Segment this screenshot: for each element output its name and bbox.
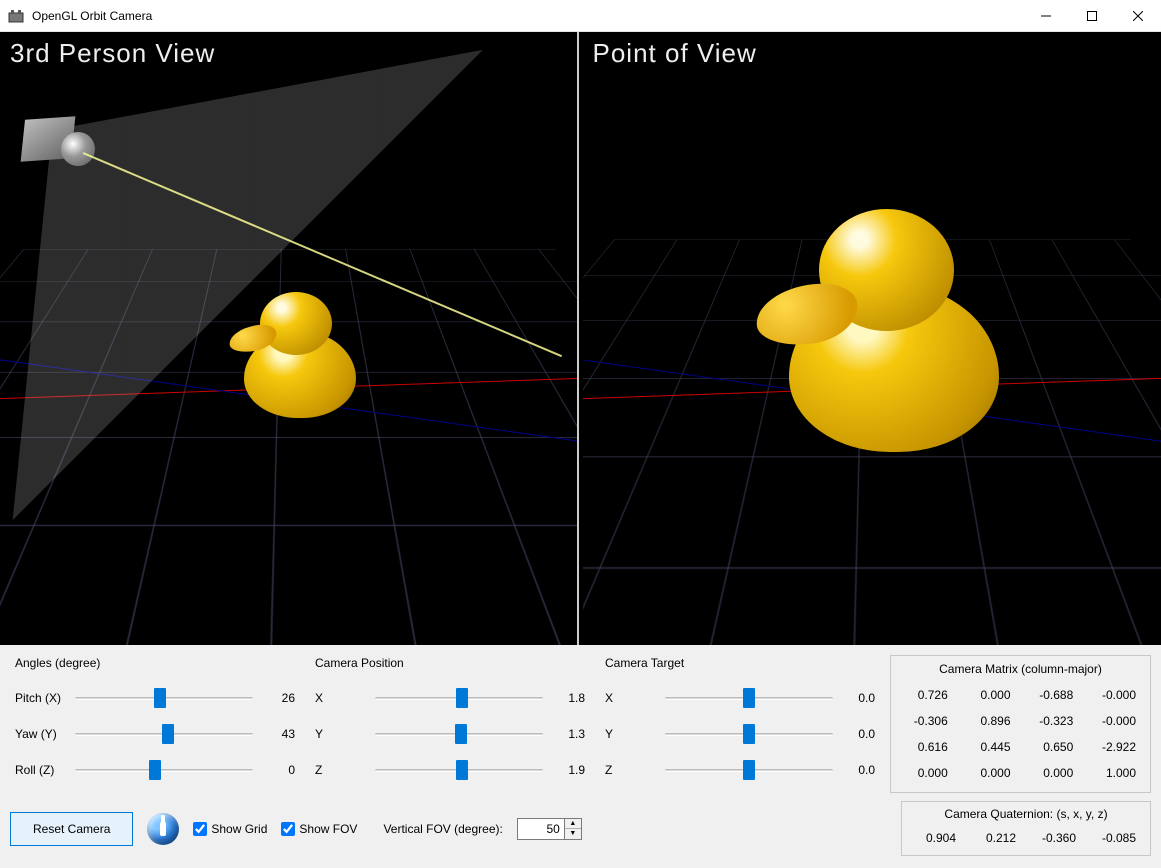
matrix-cell: 0.000 [958, 760, 1021, 786]
matrix-cell: -0.306 [895, 708, 958, 734]
matrix-cell: 0.616 [895, 734, 958, 760]
fov-input[interactable] [518, 822, 564, 836]
minimize-button[interactable] [1023, 0, 1069, 32]
matrix-title: Camera Matrix (column-major) [895, 662, 1146, 676]
posy-label: Y [315, 727, 369, 741]
tgtz-slider[interactable] [665, 763, 833, 777]
app-icon [8, 8, 24, 24]
reset-camera-button[interactable]: Reset Camera [10, 812, 133, 846]
position-group: Camera Position X 1.8 Y 1.3 Z 1.9 [310, 655, 590, 793]
matrix-cell: 0.650 [1021, 734, 1084, 760]
tgty-slider[interactable] [665, 727, 833, 741]
yaw-value: 43 [259, 727, 295, 741]
angles-title: Angles (degree) [15, 656, 295, 670]
matrix-cell: 0.000 [1021, 760, 1084, 786]
matrix-cell: 0.896 [958, 708, 1021, 734]
matrix-cell: -0.000 [1083, 708, 1146, 734]
matrix-cell: 1.000 [1083, 760, 1146, 786]
third-person-view[interactable]: 3rd Person View [0, 32, 581, 645]
matrix-cell: -2.922 [1083, 734, 1146, 760]
quaternion-title: Camera Quaternion: (s, x, y, z) [906, 807, 1146, 821]
posy-value: 1.3 [549, 727, 585, 741]
window-title: OpenGL Orbit Camera [32, 9, 152, 23]
fov-step-up[interactable]: ▲ [565, 819, 581, 829]
quaternion-cell: -0.085 [1086, 825, 1146, 851]
matrix-cell: -0.323 [1021, 708, 1084, 734]
roll-value: 0 [259, 763, 295, 777]
fov-spinner[interactable]: ▲ ▼ [517, 818, 582, 840]
yaw-slider[interactable] [75, 727, 253, 741]
posz-slider[interactable] [375, 763, 543, 777]
tgtz-value: 0.0 [839, 763, 875, 777]
close-button[interactable] [1115, 0, 1161, 32]
viewports: 3rd Person View Point of View [0, 32, 1161, 645]
tgtx-slider[interactable] [665, 691, 833, 705]
posz-value: 1.9 [549, 763, 585, 777]
yaw-label: Yaw (Y) [15, 727, 69, 741]
quaternion-cell: -0.360 [1026, 825, 1086, 851]
posy-slider[interactable] [375, 727, 543, 741]
show-grid-label: Show Grid [211, 822, 267, 836]
target-group: Camera Target X 0.0 Y 0.0 Z 0.0 [600, 655, 880, 793]
show-fov-input[interactable] [281, 822, 295, 836]
posz-label: Z [315, 763, 369, 777]
position-title: Camera Position [315, 656, 585, 670]
show-grid-input[interactable] [193, 822, 207, 836]
tgtz-label: Z [605, 763, 659, 777]
control-panel: Angles (degree) Pitch (X) 26 Yaw (Y) 43 … [0, 645, 1161, 868]
tgtx-label: X [605, 691, 659, 705]
show-grid-checkbox[interactable]: Show Grid [193, 822, 267, 836]
about-icon[interactable] [147, 813, 179, 845]
fov-step-down[interactable]: ▼ [565, 829, 581, 839]
matrix-cell: -0.000 [1083, 682, 1146, 708]
view-title-left: 3rd Person View [10, 38, 215, 69]
tgty-value: 0.0 [839, 727, 875, 741]
pitch-slider[interactable] [75, 691, 253, 705]
quaternion-box: Camera Quaternion: (s, x, y, z) 0.9040.2… [901, 801, 1151, 856]
posx-label: X [315, 691, 369, 705]
pov-view[interactable]: Point of View [581, 32, 1161, 645]
roll-label: Roll (Z) [15, 763, 69, 777]
pitch-label: Pitch (X) [15, 691, 69, 705]
tgty-label: Y [605, 727, 659, 741]
matrix-box: Camera Matrix (column-major) 0.7260.000-… [890, 655, 1151, 793]
roll-slider[interactable] [75, 763, 253, 777]
posx-slider[interactable] [375, 691, 543, 705]
quaternion-cell: 0.904 [906, 825, 966, 851]
matrix-cell: -0.688 [1021, 682, 1084, 708]
reset-camera-label: Reset Camera [33, 822, 110, 836]
show-fov-label: Show FOV [299, 822, 357, 836]
posx-value: 1.8 [549, 691, 585, 705]
camera-gizmo [23, 118, 103, 180]
duck-model [220, 289, 380, 429]
matrix-panel: Camera Matrix (column-major) 0.7260.000-… [890, 655, 1151, 793]
duck-model [744, 204, 1044, 474]
show-fov-checkbox[interactable]: Show FOV [281, 822, 357, 836]
angles-group: Angles (degree) Pitch (X) 26 Yaw (Y) 43 … [10, 655, 300, 793]
pitch-value: 26 [259, 691, 295, 705]
maximize-button[interactable] [1069, 0, 1115, 32]
matrix-cell: 0.000 [958, 682, 1021, 708]
matrix-cell: 0.445 [958, 734, 1021, 760]
matrix-cell: 0.726 [895, 682, 958, 708]
matrix-cell: 0.000 [895, 760, 958, 786]
titlebar: OpenGL Orbit Camera [0, 0, 1161, 32]
fov-label: Vertical FOV (degree): [383, 822, 502, 836]
quaternion-cell: 0.212 [966, 825, 1026, 851]
tgtx-value: 0.0 [839, 691, 875, 705]
view-title-right: Point of View [593, 38, 757, 69]
target-title: Camera Target [605, 656, 875, 670]
